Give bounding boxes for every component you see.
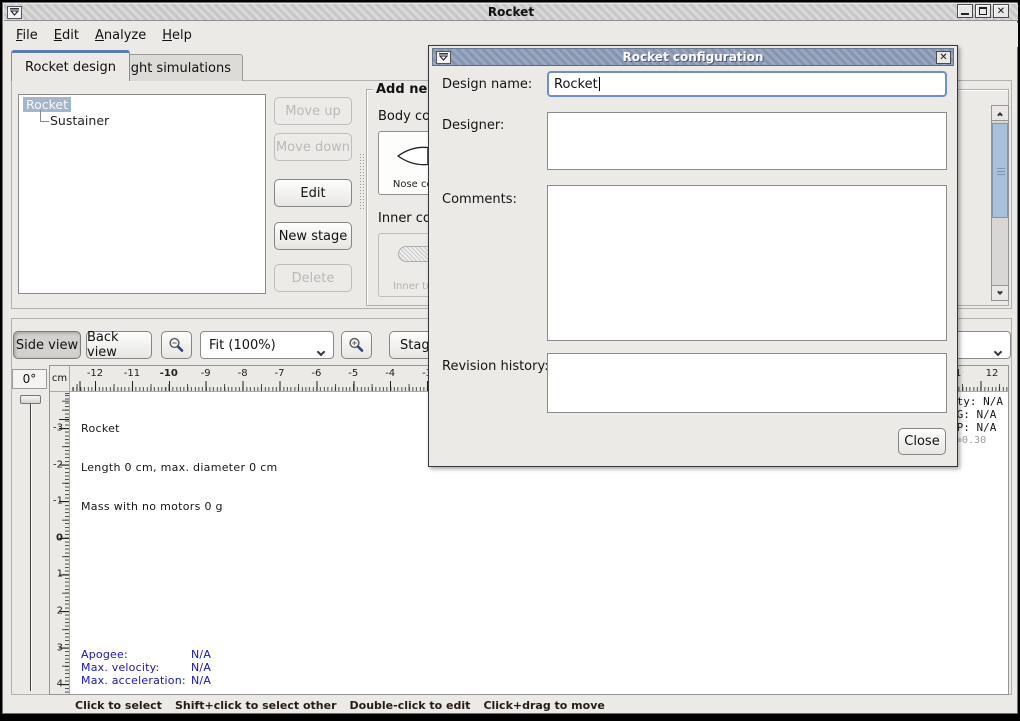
comments-textarea[interactable]	[547, 185, 947, 341]
designer-textarea[interactable]	[547, 112, 947, 170]
rotation-value: 0°	[12, 369, 47, 389]
tab-rocket-design[interactable]: Rocket design	[11, 50, 130, 81]
menu-help[interactable]: Help	[154, 26, 200, 45]
tree-item-rocket[interactable]: Rocket	[23, 97, 71, 112]
zoom-out-icon	[168, 337, 185, 354]
menu-file[interactable]: File	[8, 26, 46, 45]
dialog-close-action-button[interactable]: Close	[898, 428, 946, 455]
minimize-icon	[961, 7, 969, 15]
menu-bar: File Edit Analyze Help	[6, 23, 1018, 47]
side-view-button[interactable]: Side view	[13, 331, 81, 359]
close-button[interactable]: ✕	[993, 4, 1009, 18]
status-hint: Double-click to edit	[350, 699, 471, 712]
zoom-out-button[interactable]	[161, 331, 192, 359]
system-menu-icon[interactable]	[7, 6, 22, 19]
tree-connector	[40, 121, 49, 122]
design-name-label: Design name:	[442, 77, 532, 92]
text-caret	[599, 77, 600, 91]
scroll-up-button[interactable]	[992, 106, 1008, 121]
revision-history-label: Revision history:	[442, 359, 549, 374]
delete-button[interactable]: Delete	[274, 264, 352, 292]
new-stage-button[interactable]: New stage	[274, 222, 352, 250]
screen: Rocket ✕ File Edit Analyze Help Rocket d…	[0, 0, 1020, 721]
design-name-input[interactable]: Rocket	[547, 71, 947, 97]
menu-edit[interactable]: Edit	[46, 26, 87, 45]
maximize-button[interactable]	[975, 4, 991, 18]
rocket-configuration-dialog: Rocket configuration ✕ Design name: Rock…	[428, 45, 958, 467]
chevron-down-icon	[995, 344, 1001, 359]
maximize-icon	[979, 7, 987, 15]
move-up-button[interactable]: Move up	[274, 97, 352, 125]
window-title: Rocket	[4, 5, 1018, 19]
dialog-titlebar[interactable]: Rocket configuration ✕	[432, 48, 954, 66]
zoom-level-value: Fit (100%)	[209, 338, 276, 353]
main-titlebar[interactable]: Rocket	[4, 4, 1018, 21]
stage-combobox[interactable]	[953, 331, 1011, 359]
scrollbar-thumb[interactable]	[992, 123, 1008, 218]
chevron-up-icon	[997, 112, 1003, 118]
rotation-slider-track	[30, 399, 31, 691]
vertical-ruler: -3 -2 -1 0 1 2 3 4	[50, 392, 70, 694]
close-icon: ✕	[939, 52, 947, 63]
back-view-button[interactable]: Back view	[86, 331, 152, 359]
system-menu-icon[interactable]	[436, 51, 451, 64]
flight-info-text: Apogee:N/A Max. velocity:N/A Max. accele…	[81, 648, 211, 687]
palette-scrollbar[interactable]	[991, 105, 1009, 301]
zoom-in-icon	[348, 337, 365, 354]
scroll-down-button[interactable]	[992, 285, 1008, 300]
component-tree[interactable]: Rocket Sustainer	[18, 94, 266, 294]
close-icon: ✕	[997, 6, 1005, 17]
status-hint: Shift+click to select other	[175, 699, 337, 712]
edit-button[interactable]: Edit	[274, 179, 352, 207]
designer-label: Designer:	[442, 118, 504, 133]
zoom-level-combobox[interactable]: Fit (100%)	[200, 331, 334, 359]
ruler-unit-label: cm	[50, 366, 70, 392]
minimize-button[interactable]	[957, 4, 973, 18]
window-controls: ✕	[957, 4, 1009, 18]
dialog-close-button[interactable]: ✕	[936, 51, 951, 64]
status-hint: Click+drag to move	[483, 699, 604, 712]
tree-item-sustainer[interactable]: Sustainer	[50, 113, 109, 128]
rotation-slider-handle[interactable]	[20, 395, 41, 404]
chevron-down-icon	[997, 289, 1003, 295]
comments-label: Comments:	[442, 192, 517, 207]
status-hint: Click to select	[75, 699, 162, 712]
menu-analyze[interactable]: Analyze	[87, 26, 154, 45]
zoom-in-button[interactable]	[341, 331, 372, 359]
tree-connector	[40, 110, 41, 121]
dialog-title: Rocket configuration	[433, 50, 953, 64]
revision-history-textarea[interactable]	[547, 353, 947, 413]
splitter-handle[interactable]	[359, 153, 366, 211]
chevron-down-icon	[318, 344, 324, 359]
rocket-info-text: Rocket Length 0 cm, max. diameter 0 cm M…	[81, 396, 278, 539]
move-down-button[interactable]: Move down	[274, 133, 352, 161]
status-bar: Click to select Shift+click to select ot…	[6, 695, 1018, 715]
